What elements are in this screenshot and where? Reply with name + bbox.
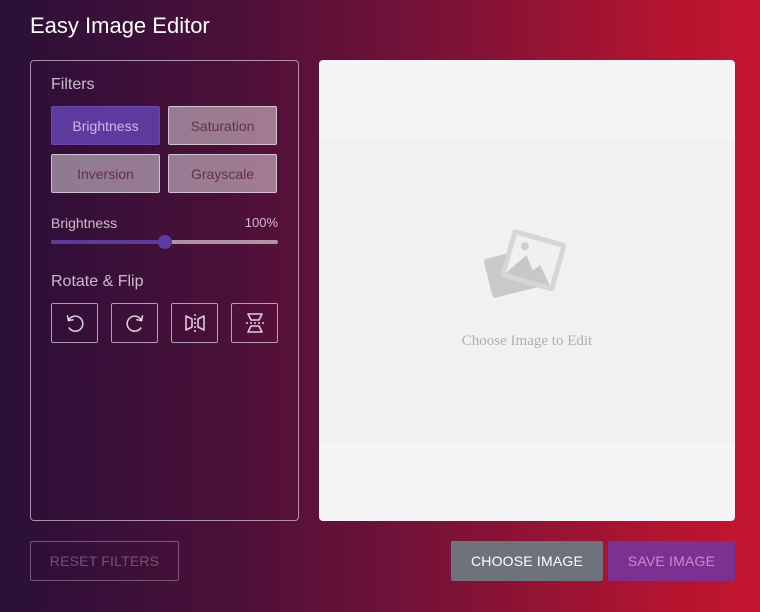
filter-grayscale-button[interactable]: Grayscale — [168, 154, 277, 193]
flip-horizontal-button[interactable] — [171, 303, 218, 343]
editor-panel: Filters Brightness Saturation Inversion … — [30, 60, 299, 521]
flip-horizontal-icon — [184, 314, 205, 332]
filters-title: Filters — [51, 76, 95, 93]
rotate-right-icon — [125, 315, 143, 332]
flip-vertical-button[interactable] — [231, 303, 278, 343]
filter-brightness-button[interactable]: Brightness — [51, 106, 160, 145]
slider-thumb[interactable] — [157, 235, 172, 249]
flip-vertical-icon — [245, 313, 264, 333]
slider-fill — [51, 240, 165, 244]
slider-label: Brightness — [51, 215, 118, 231]
brightness-slider[interactable] — [51, 235, 278, 249]
app-title: Easy Image Editor — [30, 13, 210, 38]
image-placeholder-icon — [484, 229, 567, 298]
placeholder-text: Choose Image to Edit — [461, 333, 593, 349]
filter-inversion-button[interactable]: Inversion — [51, 154, 160, 193]
choose-image-button[interactable]: CHOOSE IMAGE — [451, 541, 603, 581]
rotate-right-button[interactable] — [111, 303, 158, 343]
save-image-button[interactable]: SAVE IMAGE — [608, 541, 735, 581]
rotate-left-button[interactable] — [51, 303, 98, 343]
image-preview[interactable]: Choose Image to Edit — [319, 60, 735, 521]
slider-value: 100% — [244, 215, 278, 230]
rotate-flip-title: Rotate & Flip — [51, 273, 144, 290]
reset-filters-button[interactable]: RESET FILTERS — [30, 541, 179, 581]
filter-saturation-button[interactable]: Saturation — [168, 106, 277, 145]
rotate-left-icon — [66, 315, 84, 332]
